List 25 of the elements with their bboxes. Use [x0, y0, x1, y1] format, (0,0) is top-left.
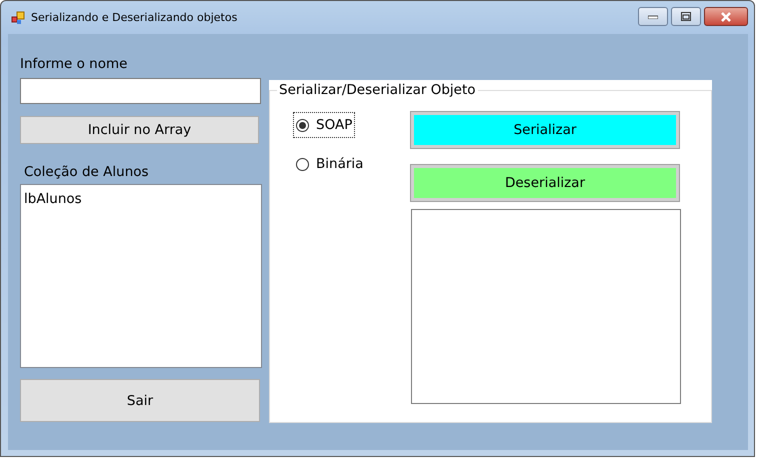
- radio-label: Binária: [316, 156, 364, 172]
- name-field[interactable]: [20, 78, 261, 104]
- maximize-button[interactable]: [671, 7, 701, 26]
- radio-circle[interactable]: [296, 158, 309, 170]
- action-button[interactable]: Serializar: [411, 112, 679, 148]
- action-button[interactable]: Deserializar: [411, 165, 679, 201]
- add-button[interactable]: Incluir no Array: [20, 116, 259, 144]
- group-title: Serializar/Deserializar Objeto: [277, 82, 478, 98]
- close-icon: [720, 12, 732, 22]
- list-item[interactable]: lbAlunos: [24, 191, 82, 207]
- name-label: Informe o nome: [20, 56, 128, 74]
- maximize-icon: [681, 12, 691, 21]
- window-title: Serializando e Deserializando objetos: [31, 11, 238, 24]
- minimize-button[interactable]: [638, 7, 668, 26]
- radio-label: SOAP: [316, 117, 352, 133]
- student-list[interactable]: lbAlunos: [20, 184, 262, 368]
- radio-circle[interactable]: [296, 118, 309, 132]
- app-icon: [11, 10, 25, 24]
- close-button[interactable]: [704, 7, 748, 26]
- minimize-icon: [648, 14, 658, 18]
- radio-option[interactable]: SOAP: [293, 112, 356, 138]
- output-field[interactable]: [411, 209, 681, 404]
- exit-button[interactable]: Sair: [20, 379, 260, 422]
- list-label: Coleção de Alunos: [24, 164, 150, 181]
- radio-option[interactable]: Binária: [293, 151, 366, 177]
